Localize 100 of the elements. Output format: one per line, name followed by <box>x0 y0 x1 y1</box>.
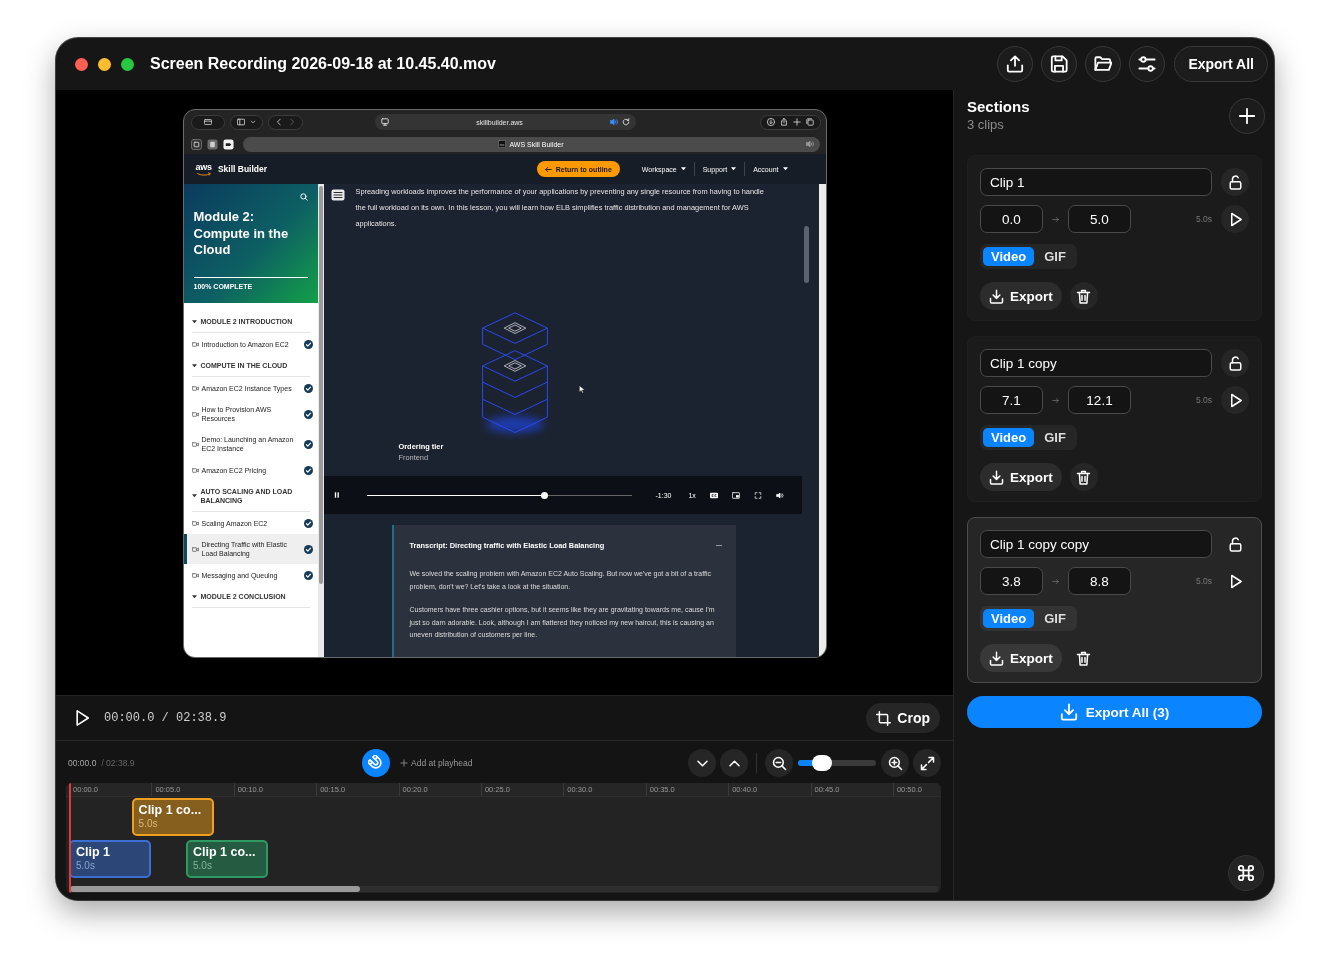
share-icon[interactable] <box>779 118 788 126</box>
timeline-clip[interactable]: Clip 1 5.0s <box>69 840 152 878</box>
video-icon <box>191 341 199 347</box>
menu-icon[interactable] <box>330 189 345 201</box>
plus-icon[interactable] <box>792 118 801 126</box>
clip-card[interactable]: Clip 1 copy copy 3.8 8.8 5.0s Video GIF Export <box>967 517 1262 683</box>
export-button[interactable]: Export <box>980 644 1062 672</box>
clip-card[interactable]: Clip 1 0.0 5.0 5.0s Video GIF Export <box>967 155 1262 321</box>
export-button[interactable]: Export <box>980 282 1062 310</box>
open-button[interactable] <box>1085 46 1122 82</box>
video-progress-slider[interactable] <box>366 491 632 499</box>
scrollbar-thumb[interactable] <box>318 186 323 584</box>
save-button[interactable] <box>1041 46 1078 82</box>
download-icon[interactable] <box>766 118 775 126</box>
export-button[interactable]: Export <box>980 463 1062 491</box>
timeline-clip[interactable]: Clip 1 co... 5.0s <box>186 840 269 878</box>
brand-name: Skill Builder <box>217 164 268 174</box>
clip-card[interactable]: Clip 1 copy 7.1 12.1 5.0s Video GIF Export <box>967 336 1262 502</box>
timeline-clip[interactable]: Clip 1 co... 5.0s <box>131 798 214 836</box>
settings-button[interactable] <box>1129 46 1166 82</box>
fullscreen-icon[interactable] <box>753 491 762 499</box>
format-option[interactable]: Video <box>983 247 1035 266</box>
start-time-field[interactable]: 7.1 <box>980 386 1043 414</box>
lock-button[interactable] <box>1221 349 1249 377</box>
close-button[interactable] <box>75 57 88 71</box>
zoom-button[interactable] <box>121 57 134 71</box>
add-at-playhead-button[interactable]: Add at playhead <box>400 758 473 768</box>
start-time-field[interactable]: 0.0 <box>980 205 1043 233</box>
back-icon[interactable] <box>274 118 283 126</box>
fit-to-view-button[interactable] <box>913 749 941 777</box>
minimize-button[interactable] <box>98 57 111 71</box>
download-icon <box>1059 703 1078 721</box>
upload-icon <box>1006 55 1025 73</box>
snap-button[interactable] <box>362 749 390 777</box>
window-button[interactable] <box>190 114 225 130</box>
zoom-out-button[interactable] <box>765 749 793 777</box>
pinned-tab-icon[interactable] <box>190 138 202 150</box>
timeline-duration: / 02:38.9 <box>101 758 135 768</box>
reload-icon <box>622 118 630 126</box>
search-icon[interactable] <box>299 193 308 201</box>
clip-duration: 5.0s <box>138 818 159 830</box>
zoom-in-icon <box>887 755 903 771</box>
chevron-down-icon <box>249 119 256 125</box>
format-option[interactable]: GIF <box>1036 428 1074 447</box>
arrow-right-icon <box>1052 577 1059 585</box>
command-button[interactable] <box>1228 855 1264 891</box>
play-clip-button[interactable] <box>1221 205 1249 233</box>
export-all-button[interactable]: Export All <box>1174 46 1268 82</box>
lock-button[interactable] <box>1221 168 1249 196</box>
clip-label: Clip 1 co... <box>193 844 257 860</box>
playback-time: 00:00.0 / 02:38.9 <box>104 711 227 725</box>
export-all-button[interactable]: Export All (3) <box>967 696 1262 728</box>
scrollbar-thumb[interactable] <box>70 886 360 892</box>
format-option[interactable]: Video <box>983 428 1035 447</box>
window-title: Screen Recording 2026-09-18 at 10.45.40.mov <box>150 55 496 73</box>
upload-button[interactable] <box>997 46 1034 82</box>
end-time-field[interactable]: 12.1 <box>1068 386 1131 414</box>
page-icon <box>381 118 389 126</box>
panel-title: Sections <box>967 98 1030 115</box>
volume-icon[interactable] <box>775 491 784 499</box>
slider-thumb[interactable] <box>811 755 832 771</box>
clip-name-field[interactable]: Clip 1 copy <box>980 349 1212 377</box>
zoom-slider[interactable] <box>798 755 876 771</box>
progress-thumb[interactable] <box>540 491 548 499</box>
add-section-button[interactable] <box>1229 98 1265 134</box>
zoom-out-icon <box>771 755 787 771</box>
download-icon <box>989 650 1004 666</box>
play-clip-button[interactable] <box>1221 386 1249 414</box>
crop-button[interactable]: Crop <box>866 703 940 733</box>
format-option[interactable]: GIF <box>1036 247 1074 266</box>
pause-icon[interactable] <box>333 492 340 498</box>
video-icon <box>191 385 199 391</box>
end-time-field[interactable]: 8.8 <box>1068 567 1131 595</box>
start-time-field[interactable]: 3.8 <box>980 567 1043 595</box>
delete-button[interactable] <box>1069 463 1098 491</box>
logo-text: aws <box>195 162 212 172</box>
tabs-icon[interactable] <box>805 118 814 126</box>
scrollbar-thumb[interactable] <box>803 226 809 283</box>
play-icon[interactable] <box>75 710 90 726</box>
pinned-tab-icon[interactable] <box>222 138 234 150</box>
move-down-button[interactable] <box>688 749 716 777</box>
format-option[interactable]: GIF <box>1036 609 1074 628</box>
format-option[interactable]: Video <box>983 609 1035 628</box>
trash-icon <box>1076 650 1092 666</box>
clip-name-field[interactable]: Clip 1 copy copy <box>980 530 1212 558</box>
clip-duration-text: 5.0s <box>1195 395 1212 405</box>
end-time-field[interactable]: 5.0 <box>1068 205 1131 233</box>
delete-button[interactable] <box>1069 282 1098 310</box>
clip-name-field[interactable]: Clip 1 <box>980 168 1212 196</box>
captions-icon[interactable] <box>709 491 718 499</box>
arrow-left-icon <box>544 165 552 173</box>
zoom-in-button[interactable] <box>881 749 909 777</box>
window-icon <box>203 118 212 126</box>
clip-count: 3 clips <box>967 117 1005 132</box>
picture-in-picture-icon[interactable] <box>731 491 740 499</box>
move-up-button[interactable] <box>720 749 748 777</box>
download-icon <box>989 288 1004 304</box>
pinned-tab-icon[interactable] <box>206 138 218 150</box>
caret-down-icon <box>782 167 788 171</box>
sidebar-button[interactable] <box>229 114 263 130</box>
